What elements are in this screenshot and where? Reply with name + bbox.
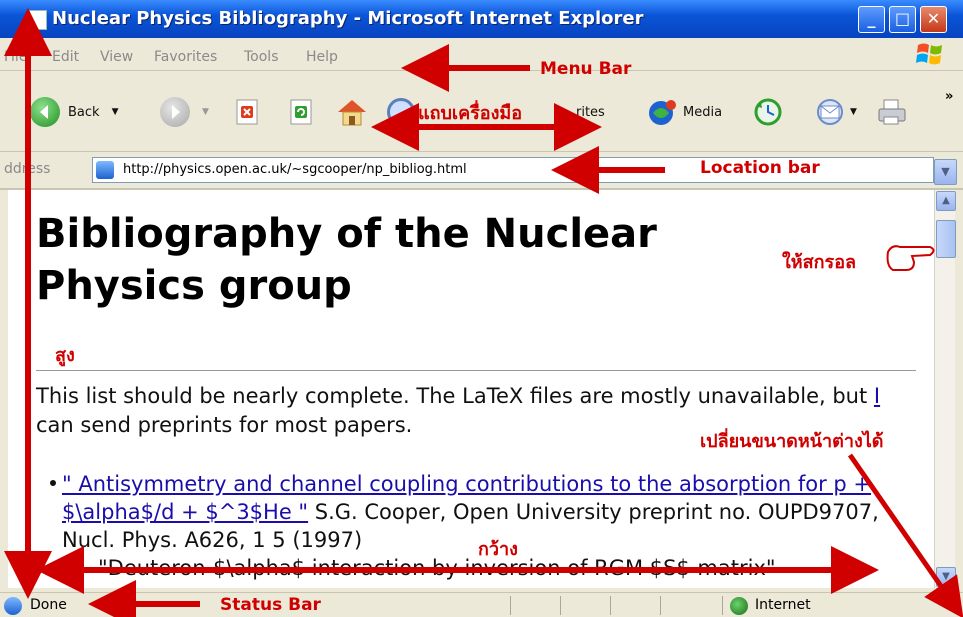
- page-icon: [29, 10, 47, 30]
- status-divider: [660, 596, 661, 615]
- back-label: Back: [68, 104, 100, 120]
- toolbar-chevron[interactable]: »: [945, 89, 953, 104]
- scroll-thumb[interactable]: [936, 220, 956, 258]
- menu-favorites[interactable]: Favorites: [154, 49, 217, 65]
- address-url: http://physics.open.ac.uk/~sgcooper/np_b…: [123, 162, 467, 177]
- annotation-height: สูง: [55, 345, 75, 366]
- close-button[interactable]: ✕: [920, 6, 947, 33]
- minimize-button[interactable]: _: [858, 6, 885, 33]
- status-divider: [560, 596, 561, 615]
- back-icon: [30, 97, 60, 127]
- mail-dropdown-icon[interactable]: ▼: [850, 107, 857, 117]
- scroll-up-icon[interactable]: ▲: [936, 191, 956, 211]
- status-text: Done: [30, 597, 67, 613]
- stop-button[interactable]: [234, 94, 262, 130]
- horizontal-rule: [36, 370, 916, 371]
- forward-dropdown-icon[interactable]: ▼: [202, 107, 209, 117]
- ie-page-icon: [96, 161, 114, 179]
- zone-text: Internet: [755, 597, 811, 613]
- annotation-menu-bar: Menu Bar: [540, 59, 632, 79]
- menu-file[interactable]: File: [4, 49, 27, 65]
- history-button[interactable]: [752, 94, 784, 130]
- annotation-scroll: ให้สกรอล: [782, 252, 857, 273]
- home-button[interactable]: [335, 94, 369, 130]
- back-dropdown-icon[interactable]: ▼: [112, 107, 119, 117]
- bullet: [50, 480, 56, 486]
- media-label: Media: [683, 104, 723, 120]
- mail-icon: [817, 99, 843, 125]
- home-icon: [338, 100, 366, 126]
- refresh-icon: [290, 99, 312, 125]
- search-button[interactable]: [387, 94, 415, 130]
- mail-button[interactable]: ▼: [814, 94, 857, 130]
- forward-icon: [160, 97, 190, 127]
- intro-text: This list should be nearly complete. The…: [36, 384, 874, 408]
- menu-edit[interactable]: Edit: [52, 49, 79, 65]
- favorites-button[interactable]: rites: [576, 94, 605, 130]
- scroll-down-icon[interactable]: ▼: [936, 567, 956, 587]
- menu-view[interactable]: View: [100, 49, 133, 65]
- refresh-button[interactable]: [288, 94, 316, 130]
- print-button[interactable]: [875, 94, 909, 130]
- search-icon: [387, 98, 415, 126]
- browser-window: Nuclear Physics Bibliography - Microsoft…: [0, 0, 963, 617]
- annotation-location-bar: Location bar: [700, 158, 820, 178]
- page-heading: Bibliography of the Nuclear Physics grou…: [36, 211, 657, 309]
- status-divider: [510, 596, 511, 615]
- annotation-resize: เปลี่ยนขนาดหน้าต่างได้: [700, 431, 884, 452]
- title-bar[interactable]: Nuclear Physics Bibliography - Microsoft…: [0, 0, 963, 38]
- status-divider: [722, 596, 723, 615]
- maximize-button[interactable]: □: [889, 6, 916, 33]
- media-button[interactable]: Media: [645, 94, 722, 130]
- back-button[interactable]: Back ▼: [30, 94, 118, 130]
- address-label: ddress: [4, 161, 51, 177]
- status-divider: [610, 596, 611, 615]
- windows-logo-icon: [916, 43, 942, 65]
- address-dropdown-icon[interactable]: ▼: [934, 159, 957, 185]
- annotation-status-bar: Status Bar: [220, 595, 321, 615]
- stop-icon: [236, 99, 258, 125]
- menu-help[interactable]: Help: [306, 49, 338, 65]
- history-icon: [754, 98, 782, 126]
- annotation-width: กว้าง: [478, 539, 518, 560]
- annotation-toolbar: แถบเครื่องมือ: [418, 103, 523, 124]
- intro-text-end: can send preprints for most papers.: [36, 413, 413, 437]
- favorites-label: rites: [576, 104, 605, 120]
- internet-zone-icon: [730, 597, 748, 615]
- menu-tools[interactable]: Tools: [244, 49, 279, 65]
- contact-link[interactable]: I: [874, 384, 880, 408]
- menu-bar: File Edit View Favorites Tools Help: [0, 38, 963, 71]
- status-bar: Done Internet: [0, 592, 963, 617]
- vertical-scrollbar[interactable]: ▲ ▼: [934, 190, 956, 588]
- window-title: Nuclear Physics Bibliography - Microsoft…: [52, 8, 644, 29]
- forward-button[interactable]: ▼: [160, 94, 209, 130]
- media-icon: [649, 100, 676, 125]
- print-icon: [878, 99, 906, 125]
- ie-status-icon: [4, 597, 22, 615]
